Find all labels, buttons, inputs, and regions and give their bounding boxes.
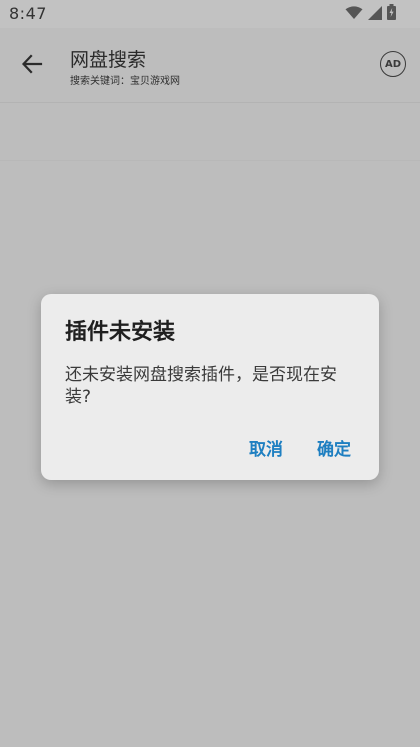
ad-icon-label: AD — [384, 58, 402, 70]
status-bar: 8:47 — [0, 0, 420, 28]
app-bar: 网盘搜索 搜索关键词：宝贝游戏网 AD — [0, 28, 420, 103]
wifi-icon — [345, 5, 363, 24]
cancel-button[interactable]: 取消 — [249, 435, 283, 460]
arrow-left-icon — [21, 53, 43, 79]
signal-icon — [368, 5, 382, 24]
battery-icon — [387, 4, 396, 24]
page-title: 网盘搜索 — [70, 49, 147, 71]
confirm-button[interactable]: 确定 — [317, 435, 351, 460]
search-keyword-subtitle: 搜索关键词：宝贝游戏网 — [70, 76, 180, 87]
dialog-message: 还未安装网盘搜索插件，是否现在安装? — [65, 365, 337, 407]
ad-button[interactable]: AD — [380, 51, 406, 77]
status-time: 8:47 — [9, 4, 47, 23]
plugin-not-installed-dialog: 插件未安装 还未安装网盘搜索插件，是否现在安装? 取消 确定 — [41, 294, 379, 480]
back-button[interactable] — [14, 48, 50, 84]
status-icons — [345, 4, 396, 24]
dialog-title: 插件未安装 — [65, 320, 176, 345]
dialog-actions: 取消 确定 — [249, 435, 351, 460]
divider — [0, 160, 420, 161]
